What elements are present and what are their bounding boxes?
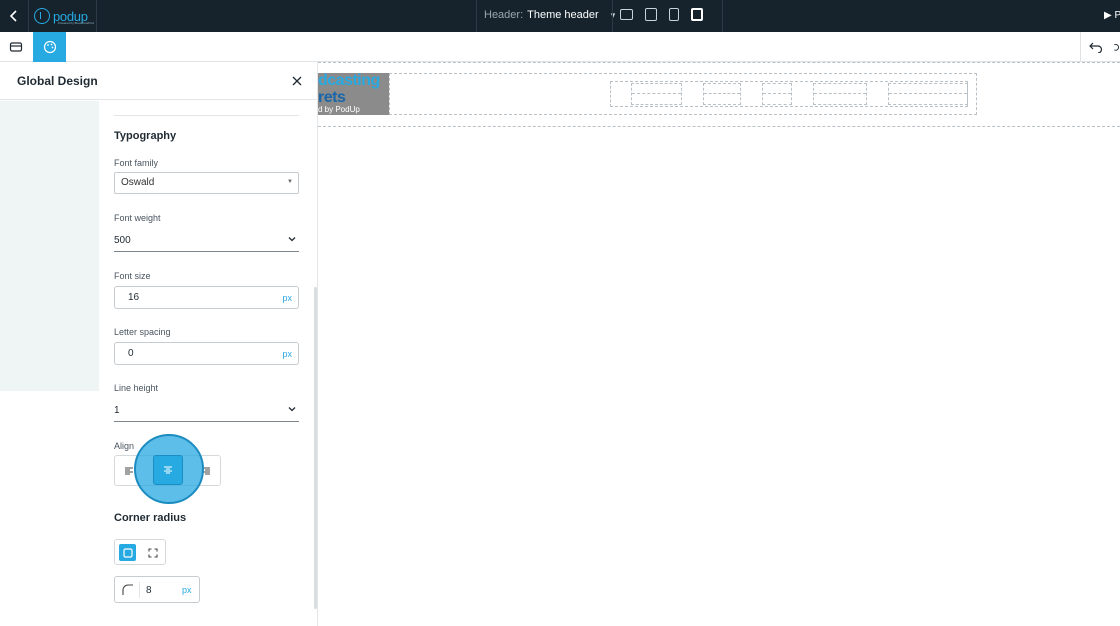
preview-nav-item[interactable] [813,83,867,105]
line-height-select[interactable]: 1 [114,400,299,422]
font-weight-label: Font weight [114,213,161,223]
letter-spacing-label: Letter spacing [114,327,171,337]
font-family-label: Font family [114,158,159,168]
header-selector[interactable]: Header: Theme header ▾ [484,9,615,21]
typography-title: Typography [114,130,177,142]
redo-button[interactable] [1110,32,1120,62]
fullscreen-device-icon[interactable] [691,8,703,21]
global-design-panel: Global Design Typography Font family Osw… [0,62,318,626]
back-button[interactable] [4,6,24,26]
font-family-value: Oswald [121,177,155,188]
align-label: Align [114,441,135,451]
corner-radius-value: 8 [146,585,152,596]
editor-toolbar [0,32,1120,62]
font-size-label: Font size [114,271,151,281]
preview-logo-line-1: dcasting [318,73,380,89]
radius-individual-corners-button[interactable] [144,544,161,561]
preview-logo-line-2: rets [318,89,346,106]
section-divider [114,115,299,116]
font-weight-select[interactable]: 500 [114,230,299,252]
panel-nav-strip [0,101,99,391]
redo-icon [1114,44,1119,51]
desktop-device-icon[interactable] [620,9,633,20]
preview-logo-line-3: d by PodUp [318,105,360,114]
header-selector-label: Header: [484,9,524,21]
letter-spacing-value: 0 [128,348,134,359]
square-icon [122,547,133,558]
align-center-button[interactable] [153,455,183,485]
close-icon [292,76,302,86]
canvas-guide-top [318,62,1120,63]
preview-nav-item[interactable] [762,83,792,105]
close-panel-button[interactable] [290,74,304,88]
chevron-left-icon [9,10,17,22]
panel-scrollbar[interactable] [314,287,317,609]
font-family-select[interactable]: Oswald ▼ [114,172,299,194]
font-weight-value: 500 [114,235,131,246]
align-left-icon [125,467,133,475]
top-bar: podup Powered by BoostYourPod Header: Th… [0,0,1120,32]
palette-icon [43,40,56,54]
input-separator [139,582,140,598]
divider [722,0,723,32]
corner-radius-unit: px [182,585,192,595]
divider [612,0,613,32]
preview-nav-item[interactable] [888,83,968,105]
podup-logo-icon [34,8,50,24]
divider [28,0,29,32]
font-size-input[interactable]: 16 px [114,286,299,309]
line-height-label: Line height [114,383,159,393]
font-size-value: 16 [128,292,140,303]
tablet-device-icon[interactable] [645,8,657,21]
global-design-button[interactable] [33,32,66,62]
chevron-down-icon [288,237,296,242]
logo-subtitle: Powered by BoostYourPod [58,21,94,25]
divider [476,0,477,32]
font-size-unit: px [282,293,292,303]
corner-radius-input[interactable]: 8 px [114,576,200,603]
line-height-value: 1 [114,405,120,416]
layers-button[interactable] [0,32,32,62]
letter-spacing-input[interactable]: 0 px [114,342,299,365]
header-selector-value: Theme header [527,9,599,21]
letter-spacing-unit: px [282,349,292,359]
divider [96,0,97,32]
radius-all-corners-button[interactable] [119,544,136,561]
preview-button[interactable]: ▶ P [1104,10,1120,21]
corner-radius-title: Corner radius [114,512,187,524]
panel-title: Global Design [17,74,98,88]
panel-header: Global Design [0,62,317,100]
preview-header-logo[interactable]: dcasting rets d by PodUp [318,73,389,115]
canvas-guide-bottom [318,126,1120,127]
corners-icon [147,547,158,558]
chevron-down-icon [288,407,296,412]
caret-down-icon: ▼ [287,179,293,185]
undo-icon [1088,42,1102,53]
undo-button[interactable] [1080,32,1110,62]
corner-radius-icon [122,584,133,595]
device-switcher [620,8,703,21]
mobile-device-icon[interactable] [669,8,679,21]
preview-nav-item[interactable] [631,83,682,105]
layers-icon [9,42,23,52]
align-center-icon [164,466,172,474]
preview-nav-item[interactable] [703,83,741,105]
